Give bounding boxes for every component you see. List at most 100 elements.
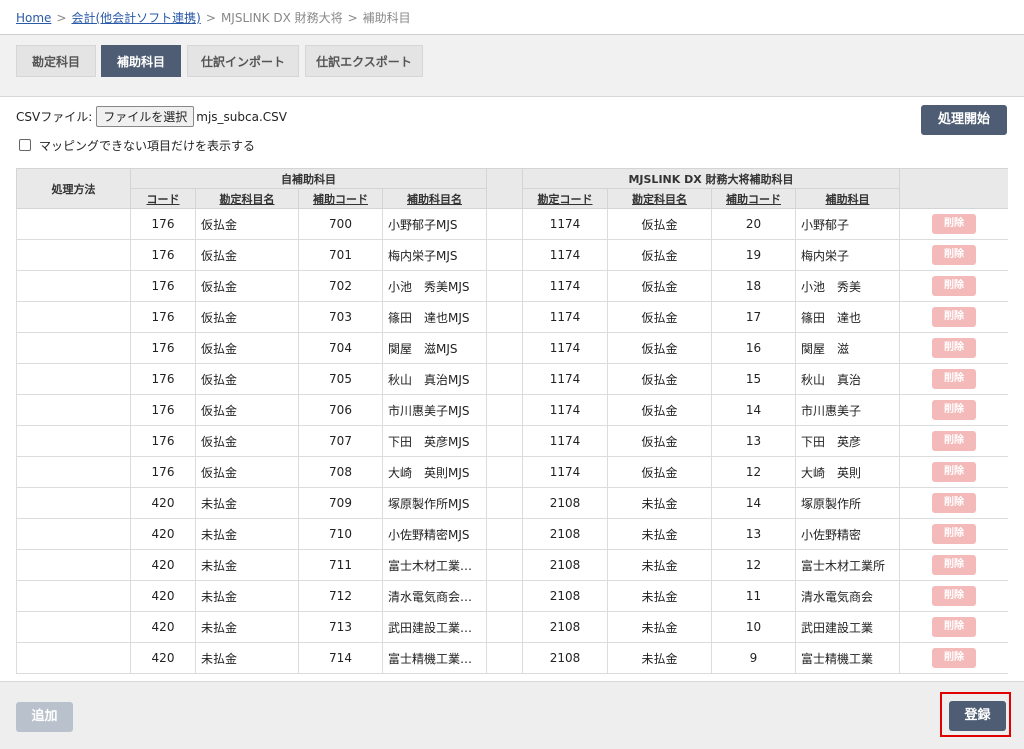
- mjs-account-name-cell[interactable]: 仮払金: [607, 239, 712, 271]
- mjs-sub-code-cell[interactable]: 12: [711, 549, 796, 581]
- register-button[interactable]: 登録: [949, 701, 1006, 731]
- mjs-account-code-cell[interactable]: 2108: [522, 611, 608, 643]
- delete-button[interactable]: 削除: [932, 586, 977, 606]
- unmapped-filter[interactable]: マッピングできない項目だけを表示する: [19, 137, 255, 154]
- mjs-sub-code-cell[interactable]: 16: [711, 332, 796, 364]
- mjs-sub-code-cell[interactable]: 14: [711, 394, 796, 426]
- mjs-account-code-cell[interactable]: 2108: [522, 642, 608, 674]
- mjs-sub-code-cell[interactable]: 11: [711, 580, 796, 612]
- mjs-sub-code-cell[interactable]: 15: [711, 363, 796, 395]
- mjs-sub-name-cell[interactable]: 下田 英彦: [794, 425, 901, 457]
- mjs-account-code-cell[interactable]: 1174: [522, 456, 608, 488]
- mjs-account-code-cell[interactable]: 1174: [522, 394, 608, 426]
- mjs-sub-name-cell[interactable]: 武田建設工業: [794, 611, 901, 643]
- delete-button[interactable]: 削除: [932, 338, 977, 358]
- mjs-account-code-cell[interactable]: 2108: [522, 580, 608, 612]
- mjs-account-name-cell[interactable]: 仮払金: [607, 332, 712, 364]
- delete-button[interactable]: 削除: [932, 369, 977, 389]
- mjs-sub-name-cell[interactable]: 富士精機工業: [794, 642, 901, 674]
- mjs-account-name-cell[interactable]: 仮払金: [607, 394, 712, 426]
- mjs-account-name-cell[interactable]: 仮払金: [607, 425, 712, 457]
- tab-account[interactable]: 勘定科目: [16, 45, 96, 77]
- mjs-account-name-cell[interactable]: 未払金: [607, 549, 712, 581]
- mjs-sub-name-cell[interactable]: 清水電気商会: [794, 580, 901, 612]
- mjs-account-code-cell[interactable]: 2108: [522, 487, 608, 519]
- mjs-sub-name-cell[interactable]: 梅内栄子: [794, 239, 901, 271]
- mjs-account-code-cell[interactable]: 1174: [522, 208, 608, 240]
- mjs-sub-code-cell[interactable]: 18: [711, 270, 796, 302]
- mjs-sub-code-header[interactable]: 補助コード: [711, 188, 796, 209]
- mjs-sub-name-cell[interactable]: 秋山 真治: [794, 363, 901, 395]
- tab-sub-account[interactable]: 補助科目: [101, 45, 181, 77]
- mjs-account-name-cell[interactable]: 仮払金: [607, 208, 712, 240]
- mjs-sub-code-cell[interactable]: 14: [711, 487, 796, 519]
- mjs-sub-name-cell[interactable]: 大崎 英則: [794, 456, 901, 488]
- delete-button[interactable]: 削除: [932, 617, 977, 637]
- mjs-account-name-cell[interactable]: 未払金: [607, 580, 712, 612]
- delete-button[interactable]: 削除: [932, 493, 977, 513]
- mapping-table-container[interactable]: 処理方法 自補助科目 MJSLINK DX 財務大将補助科目 コード 勘定科目名…: [16, 168, 1008, 681]
- mjs-sub-name-cell[interactable]: 小池 秀美: [794, 270, 901, 302]
- own-sub-name-header[interactable]: 補助科目名: [382, 188, 487, 209]
- mjs-account-name-cell[interactable]: 仮払金: [607, 270, 712, 302]
- delete-button[interactable]: 削除: [932, 462, 977, 482]
- add-button[interactable]: 追加: [16, 702, 73, 732]
- action-cell: 削除: [899, 642, 1008, 674]
- mjs-account-name-header[interactable]: 勘定科目名: [607, 188, 712, 209]
- own-account-name-header[interactable]: 勘定科目名: [195, 188, 299, 209]
- mjs-account-code-cell[interactable]: 1174: [522, 363, 608, 395]
- mjs-sub-code-cell[interactable]: 9: [711, 642, 796, 674]
- delete-button[interactable]: 削除: [932, 400, 977, 420]
- delete-button[interactable]: 削除: [932, 307, 977, 327]
- mjs-account-code-cell[interactable]: 1174: [522, 239, 608, 271]
- mjs-sub-code-cell[interactable]: 19: [711, 239, 796, 271]
- mjs-sub-name-cell[interactable]: 塚原製作所: [794, 487, 901, 519]
- delete-button[interactable]: 削除: [932, 214, 977, 234]
- mjs-account-code-header[interactable]: 勘定コード: [522, 188, 608, 209]
- mjs-account-code-cell[interactable]: 2108: [522, 518, 608, 550]
- mjs-sub-code-cell[interactable]: 12: [711, 456, 796, 488]
- delete-button[interactable]: 削除: [932, 524, 977, 544]
- mjs-account-name-cell[interactable]: 仮払金: [607, 363, 712, 395]
- unmapped-only-label: マッピングできない項目だけを表示する: [39, 139, 256, 153]
- mjs-sub-name-cell[interactable]: 関屋 滋: [794, 332, 901, 364]
- mjs-sub-code-cell[interactable]: 13: [711, 425, 796, 457]
- mjs-sub-code-cell[interactable]: 10: [711, 611, 796, 643]
- tab-journal-import[interactable]: 仕訳インポート: [187, 45, 299, 77]
- unmapped-only-checkbox[interactable]: [19, 139, 31, 151]
- mjs-sub-code-cell[interactable]: 20: [711, 208, 796, 240]
- mjs-account-name-cell[interactable]: 未払金: [607, 642, 712, 674]
- mjs-account-name-cell[interactable]: 仮払金: [607, 301, 712, 333]
- mjs-account-code-cell[interactable]: 1174: [522, 425, 608, 457]
- mjs-sub-name-cell[interactable]: 篠田 達也: [794, 301, 901, 333]
- mjs-account-code-cell[interactable]: 1174: [522, 332, 608, 364]
- own-sub-code-header[interactable]: 補助コード: [298, 188, 383, 209]
- delete-button[interactable]: 削除: [932, 555, 977, 575]
- breadcrumb-home-link[interactable]: Home: [16, 11, 51, 25]
- action-cell: 削除: [899, 394, 1008, 426]
- choose-file-button[interactable]: ファイルを選択: [96, 106, 195, 127]
- mjs-account-name-cell[interactable]: 未払金: [607, 518, 712, 550]
- delete-button[interactable]: 削除: [932, 648, 977, 668]
- mjs-sub-name-cell[interactable]: 市川惠美子: [794, 394, 901, 426]
- breadcrumb-parent-link[interactable]: 会計(他会計ソフト連携): [72, 11, 201, 25]
- mjs-sub-name-cell[interactable]: 小野郁子: [794, 208, 901, 240]
- mjs-sub-name-cell[interactable]: 富士木材工業所: [794, 549, 901, 581]
- mjs-account-code-cell[interactable]: 1174: [522, 301, 608, 333]
- delete-button[interactable]: 削除: [932, 245, 977, 265]
- delete-button[interactable]: 削除: [932, 431, 977, 451]
- mjs-account-name-cell[interactable]: 未払金: [607, 611, 712, 643]
- tab-journal-export[interactable]: 仕訳エクスポート: [305, 45, 423, 77]
- mjs-account-code-cell[interactable]: 2108: [522, 549, 608, 581]
- own-code-header[interactable]: コード: [130, 188, 196, 209]
- mjs-sub-code-cell[interactable]: 17: [711, 301, 796, 333]
- mjs-account-code-cell[interactable]: 1174: [522, 270, 608, 302]
- process-start-button[interactable]: 処理開始: [921, 105, 1007, 135]
- mjs-account-name-cell[interactable]: 未払金: [607, 487, 712, 519]
- mjs-account-name-cell[interactable]: 仮払金: [607, 456, 712, 488]
- mjs-sub-name-header[interactable]: 補助科目: [794, 188, 901, 209]
- delete-button[interactable]: 削除: [932, 276, 977, 296]
- mjs-sub-code-cell[interactable]: 13: [711, 518, 796, 550]
- mjs-sub-name-cell[interactable]: 小佐野精密: [794, 518, 901, 550]
- method-cell: [16, 642, 131, 674]
